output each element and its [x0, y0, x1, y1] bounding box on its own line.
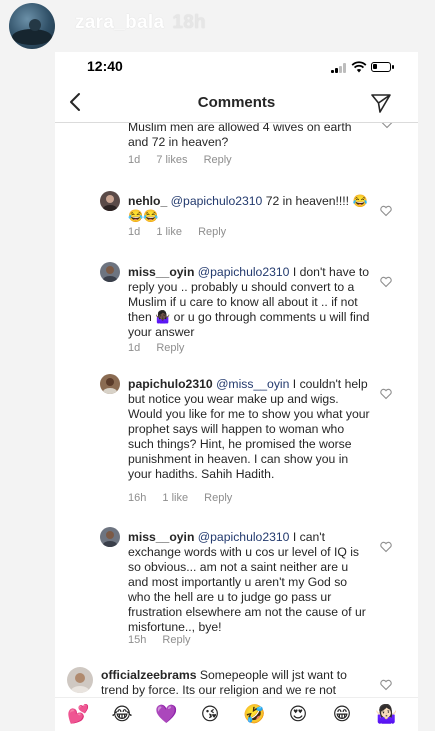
comment-body: I can't exchange words with u cos ur lev…: [128, 530, 366, 634]
avatar[interactable]: [100, 527, 120, 547]
comment-likes[interactable]: 1 like: [156, 226, 182, 238]
comment-likes[interactable]: 1 like: [162, 492, 188, 504]
reply-button[interactable]: Reply: [162, 634, 190, 646]
page-title: Comments: [197, 94, 276, 111]
reply-button[interactable]: Reply: [198, 226, 226, 238]
heart-icon[interactable]: [381, 123, 393, 129]
woman-shrugging-emoji-icon[interactable]: 🤷🏻‍♀️: [375, 704, 397, 726]
story-header: zara_bala 18h: [0, 0, 435, 52]
comment-mention[interactable]: @papichulo2310: [198, 265, 290, 279]
send-paper-plane-icon[interactable]: [370, 92, 392, 114]
comments-nav-bar: Comments: [55, 82, 418, 123]
beaming-grin-emoji-icon[interactable]: 😁: [331, 704, 353, 726]
comment-text: miss__oyin @papichulo2310 I can't exchan…: [128, 530, 371, 635]
heart-icon[interactable]: [380, 541, 392, 553]
comment-username[interactable]: papichulo2310: [128, 377, 213, 391]
comment-meta: 1d 7 likes Reply: [128, 154, 245, 166]
wifi-icon: [351, 61, 367, 73]
two-hearts-emoji-icon[interactable]: 💕: [67, 704, 89, 726]
avatar[interactable]: [100, 262, 120, 282]
reply-button[interactable]: Reply: [156, 342, 184, 354]
reply-button[interactable]: Reply: [204, 492, 232, 504]
comment-meta: 15h Reply: [128, 634, 204, 646]
purple-heart-emoji-icon[interactable]: 💜: [155, 704, 177, 726]
comment-time: 1d: [128, 154, 141, 166]
comment-time: 16h: [128, 492, 147, 504]
avatar[interactable]: [100, 191, 120, 211]
comment-mention[interactable]: @papichulo2310: [198, 530, 290, 544]
status-time: 12:40: [87, 58, 123, 74]
comment-meta: 1d 1 like Reply: [128, 226, 239, 238]
avatar[interactable]: [67, 667, 93, 693]
comments-list[interactable]: Muslim men are allowed 4 wives on earth …: [55, 123, 418, 705]
avatar[interactable]: [100, 374, 120, 394]
comment-username[interactable]: miss__oyin: [128, 265, 194, 279]
comment-text: officialzeebrams Somepeople will jst wan…: [101, 668, 371, 698]
emoji-quick-reaction-bar: 💕 😂 💜 😘 🤣 😍 😁 🤷🏻‍♀️: [55, 697, 418, 731]
battery-icon: [371, 62, 394, 72]
comment-mention[interactable]: @papichulo2310: [171, 194, 263, 208]
heart-eyes-emoji-icon[interactable]: 😍: [287, 704, 309, 726]
heart-icon[interactable]: [380, 205, 392, 217]
heart-icon[interactable]: [380, 388, 392, 400]
reply-button[interactable]: Reply: [204, 154, 232, 166]
comment-text: miss__oyin @papichulo2310 I don't have t…: [128, 265, 371, 340]
comment-text: Muslim men are allowed 4 wives on earth …: [128, 123, 352, 149]
heart-icon[interactable]: [380, 679, 392, 691]
comment-text: papichulo2310 @miss__oyin I couldn't hel…: [128, 377, 371, 482]
tears-of-joy-emoji-icon[interactable]: 😂: [111, 704, 133, 726]
signal-icon: [331, 63, 347, 73]
comment-username[interactable]: miss__oyin: [128, 530, 194, 544]
blowing-kiss-emoji-icon[interactable]: 😘: [199, 704, 221, 726]
comment-likes[interactable]: 7 likes: [156, 154, 187, 166]
heart-icon[interactable]: [380, 276, 392, 288]
story-username[interactable]: zara_bala 18h: [75, 12, 206, 34]
comment-body: I couldn't help but notice you wear make…: [128, 377, 370, 481]
story-time: 18h: [172, 12, 206, 33]
comment-time: 1d: [128, 226, 141, 238]
comment-username[interactable]: officialzeebrams: [101, 668, 197, 682]
phone-screen: 12:40 Comments Muslim men are allowed 4 …: [55, 52, 418, 705]
story-avatar[interactable]: [9, 3, 55, 49]
comment-meta: 1d Reply: [128, 342, 197, 354]
comment-mention[interactable]: @miss__oyin: [216, 377, 289, 391]
story-username-text[interactable]: zara_bala: [75, 12, 164, 33]
comment-time: 15h: [128, 634, 147, 646]
comment-meta: 16h 1 like Reply: [128, 492, 245, 504]
status-bar: 12:40: [55, 52, 418, 82]
comment-username[interactable]: nehlo_: [128, 194, 167, 208]
comment-text: nehlo_ @papichulo2310 72 in heaven!!!! 😂…: [128, 194, 371, 224]
comment-time: 1d: [128, 342, 141, 354]
rolling-laughing-emoji-icon[interactable]: 🤣: [243, 704, 265, 726]
